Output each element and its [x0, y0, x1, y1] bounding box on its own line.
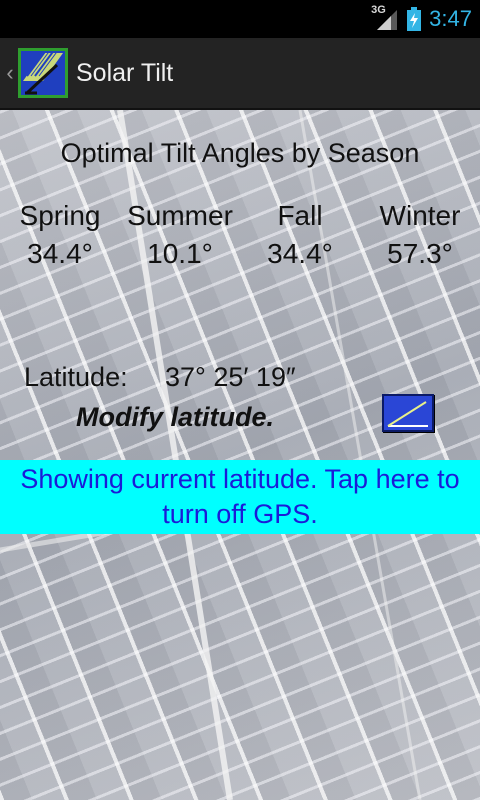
main-content: Optimal Tilt Angles by Season Spring 34.… — [0, 110, 480, 800]
season-winter: Winter 57.3° — [360, 200, 480, 270]
status-icons: 3G 3:47 — [371, 0, 472, 38]
chevron-left-icon[interactable]: ‹ — [2, 60, 18, 86]
season-fall: Fall 34.4° — [240, 200, 360, 270]
solar-panel-app-icon[interactable] — [18, 48, 68, 98]
season-spring: Spring 34.4° — [0, 200, 120, 270]
season-label: Summer — [127, 200, 233, 231]
clock: 3:47 — [429, 6, 472, 31]
app-title: Solar Tilt — [76, 58, 174, 87]
signal-icon: 3G — [371, 4, 399, 32]
season-label: Fall — [277, 200, 323, 231]
battery-charging-icon — [407, 7, 422, 31]
season-angle: 34.4° — [27, 238, 93, 269]
latitude-label: Latitude: — [24, 362, 128, 392]
season-angle: 10.1° — [147, 238, 213, 269]
action-bar: ‹ Solar Tilt — [0, 38, 480, 110]
season-label: Spring — [19, 200, 101, 231]
season-angle: 57.3° — [387, 238, 453, 269]
status-bar: 3G 3:47 — [0, 0, 480, 38]
network-type: 3G — [371, 4, 386, 16]
latitude-value: 37° 25′ 19″ — [165, 362, 296, 392]
season-summer: Summer 10.1° — [120, 200, 240, 270]
gps-status-text[interactable]: Showing current latitude. Tap here to tu… — [20, 462, 460, 532]
season-label: Winter — [379, 200, 461, 231]
modify-latitude-link[interactable]: Modify latitude. — [76, 402, 274, 433]
latitude-angle-icon[interactable] — [382, 394, 434, 432]
page-title: Optimal Tilt Angles by Season — [60, 138, 420, 168]
season-angle: 34.4° — [267, 238, 333, 269]
gps-toggle-banner[interactable]: Showing current latitude. Tap here to tu… — [0, 460, 480, 534]
